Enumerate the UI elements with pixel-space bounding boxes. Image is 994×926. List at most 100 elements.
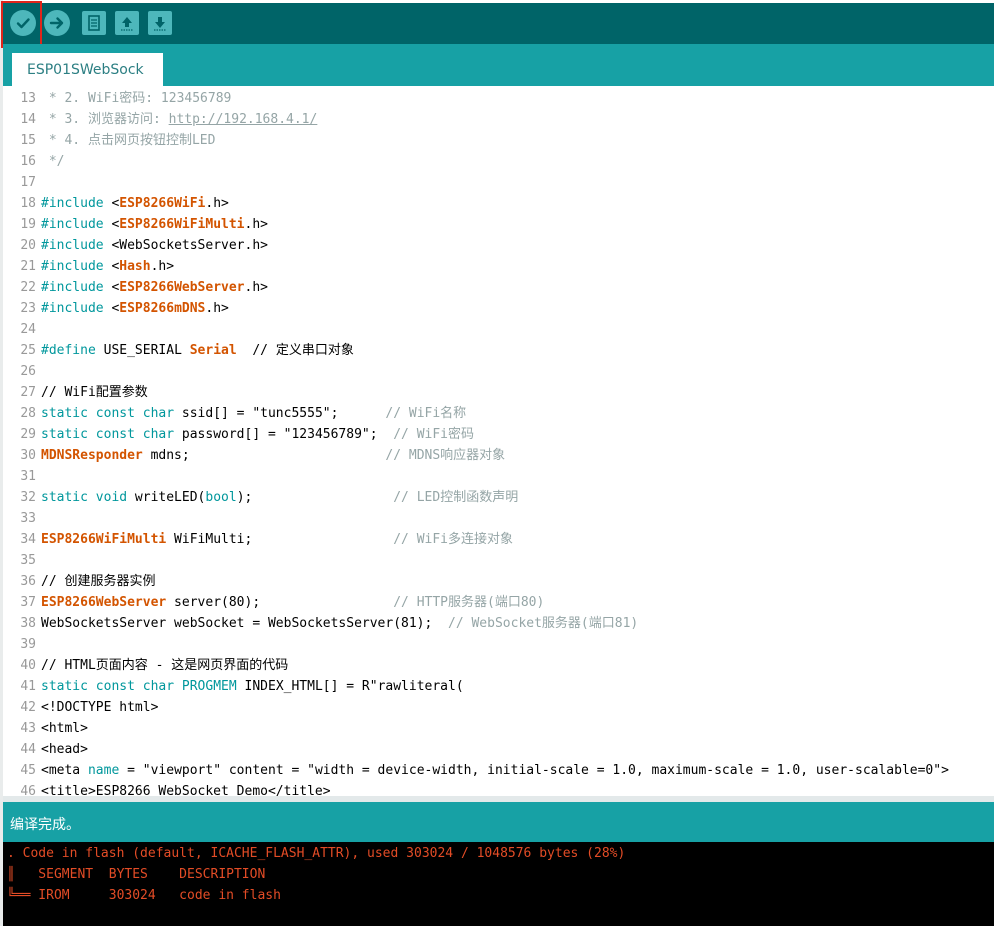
status-text: 编译完成。 [10,817,80,833]
code-token: .h> [244,217,268,232]
code-token: MDNSResponder [41,448,143,463]
code-line[interactable]: 38 WebSocketsServer webSocket = WebSocket… [3,613,994,634]
code-line[interactable]: 33 [3,508,994,529]
code-token: http://192.168.4.1/ [168,112,318,127]
code-line[interactable]: 42 <!DOCTYPE html> [3,697,994,718]
code-line[interactable]: 14 * 3. 浏览器访问: http://192.168.4.1/ [3,109,994,130]
code-line[interactable]: 46 <title>ESP8266 WebSocket Demo</title> [3,781,994,796]
code-token: ESP8266WiFiMulti [41,532,167,547]
code-line[interactable]: 29 static const char password[] = "123456… [3,424,994,445]
line-number: 41 [20,679,36,694]
code-line[interactable]: 31 [3,466,994,487]
new-sketch-button[interactable] [82,11,106,35]
code-line[interactable]: 26 [3,361,994,382]
verify-button-highlight [1,1,42,48]
line-number: 15 [20,133,36,148]
code-line[interactable]: 15 * 4. 点击网页按钮控制LED [3,130,994,151]
code-editor[interactable]: 13 * 2. WiFi密码: 123456789 14 * 3. 浏览器访问: … [3,86,994,796]
toolbar [3,3,994,44]
code-line[interactable]: 37 ESP8266WebServer server(80); // HTTP服务… [3,592,994,613]
code-line[interactable]: 27 // WiFi配置参数 [3,382,994,403]
arrow-down-icon [154,17,166,31]
tab-sketch[interactable]: ESP01SWebSock [12,53,163,86]
line-number: 22 [20,280,36,295]
line-number: 40 [20,658,36,673]
console-output[interactable]: . Code in flash (default, ICACHE_FLASH_A… [3,842,994,926]
console-line: ║ SEGMENT BYTES DESCRIPTION [7,867,266,882]
line-number: 20 [20,238,36,253]
code-line[interactable]: 43 <html> [3,718,994,739]
line-number: 33 [20,511,36,526]
line-number: 16 [20,154,36,169]
code-line[interactable]: 40 // HTML页面内容 - 这是网页界面的代码 [3,655,994,676]
code-token: <WebSocketsServer.h> [111,238,268,253]
code-line[interactable]: 13 * 2. WiFi密码: 123456789 [3,88,994,109]
tab-strip: ESP01SWebSock [3,44,994,86]
code-token: PROGMEM [181,679,237,694]
code-line[interactable]: 28 static const char ssid[] = "tunc5555";… [3,403,994,424]
line-number: 44 [20,742,36,757]
open-button[interactable] [115,11,139,35]
line-number: 18 [20,196,36,211]
code-line[interactable]: 25 #define USE_SERIAL Serial // 定义串口对象 [3,340,994,361]
code-token: */ [41,154,65,169]
code-line[interactable]: 20 #include <WebSocketsServer.h> [3,235,994,256]
code-token: // WiFi多连接对象 [393,532,514,547]
code-line[interactable]: 36 // 创建服务器实例 [3,571,994,592]
console-line: . Code in flash (default, ICACHE_FLASH_A… [7,846,626,861]
code-line[interactable]: 16 */ [3,151,994,172]
code-line[interactable]: 41 static const char PROGMEM INDEX_HTML[]… [3,676,994,697]
code-line[interactable]: 44 <head> [3,739,994,760]
line-number: 34 [20,532,36,547]
save-button[interactable] [148,11,172,35]
code-token: USE_SERIAL [103,343,190,358]
line-number: 36 [20,574,36,589]
code-token: ESP8266mDNS [119,301,206,316]
code-token: #include [41,259,112,274]
code-line[interactable]: 18 #include <ESP8266WiFi.h> [3,193,994,214]
status-bar: 编译完成。 [3,802,994,842]
code-line[interactable]: 30 MDNSResponder mdns; // MDNS响应器对象 [3,445,994,466]
code-token: ssid[] = "tunc5555"; [181,406,386,421]
code-line[interactable]: 17 [3,172,994,193]
code-line[interactable]: 24 [3,319,994,340]
upload-button[interactable] [44,10,70,36]
line-number: 38 [20,616,36,631]
code-token: static const char [41,427,182,442]
line-number: 21 [20,259,36,274]
code-token: Hash [119,259,151,274]
code-token: = "viewport" content = "width = device-w… [119,763,949,778]
code-line[interactable]: 45 <meta name = "viewport" content = "wid… [3,760,994,781]
code-line[interactable]: 23 #include <ESP8266mDNS.h> [3,298,994,319]
code-token: ESP8266WebServer [41,595,167,610]
code-token: ESP8266WiFiMulti [119,217,245,232]
code-token: * 3. 浏览器访问: [41,112,169,127]
code-line[interactable]: 39 [3,634,994,655]
line-number: 26 [20,364,36,379]
code-token: <html> [41,721,88,736]
code-token: // HTTP服务器(端口80) [393,595,545,610]
code-line[interactable]: 32 static void writeLED(bool); // LED控制函数… [3,487,994,508]
code-line[interactable]: 19 #include <ESP8266WiFiMulti.h> [3,214,994,235]
code-token: // WiFi名称 [385,406,467,421]
code-token: #include [41,217,112,232]
code-token: // MDNS响应器对象 [385,448,506,463]
code-line[interactable]: 21 #include <Hash.h> [3,256,994,277]
code-line[interactable]: 22 #include <ESP8266WebServer.h> [3,277,994,298]
code-token: writeLED( [134,490,206,505]
code-token: // HTML页面内容 - 这是网页界面的代码 [41,658,289,673]
code-token: .h> [244,280,268,295]
code-line[interactable]: 35 [3,550,994,571]
code-token: .h> [150,259,175,274]
code-token: static void [41,490,135,505]
code-token: #include [41,238,112,253]
line-number: 25 [20,343,36,358]
code-token: // 创建服务器实例 [41,574,156,589]
code-line[interactable]: 34 ESP8266WiFiMulti WiFiMulti; // WiFi多连接… [3,529,994,550]
code-token: name [87,763,120,778]
line-number: 28 [20,406,36,421]
line-number: 32 [20,490,36,505]
line-number: 46 [20,784,36,796]
line-number: 35 [20,553,36,568]
code-token: Serial [189,343,237,358]
